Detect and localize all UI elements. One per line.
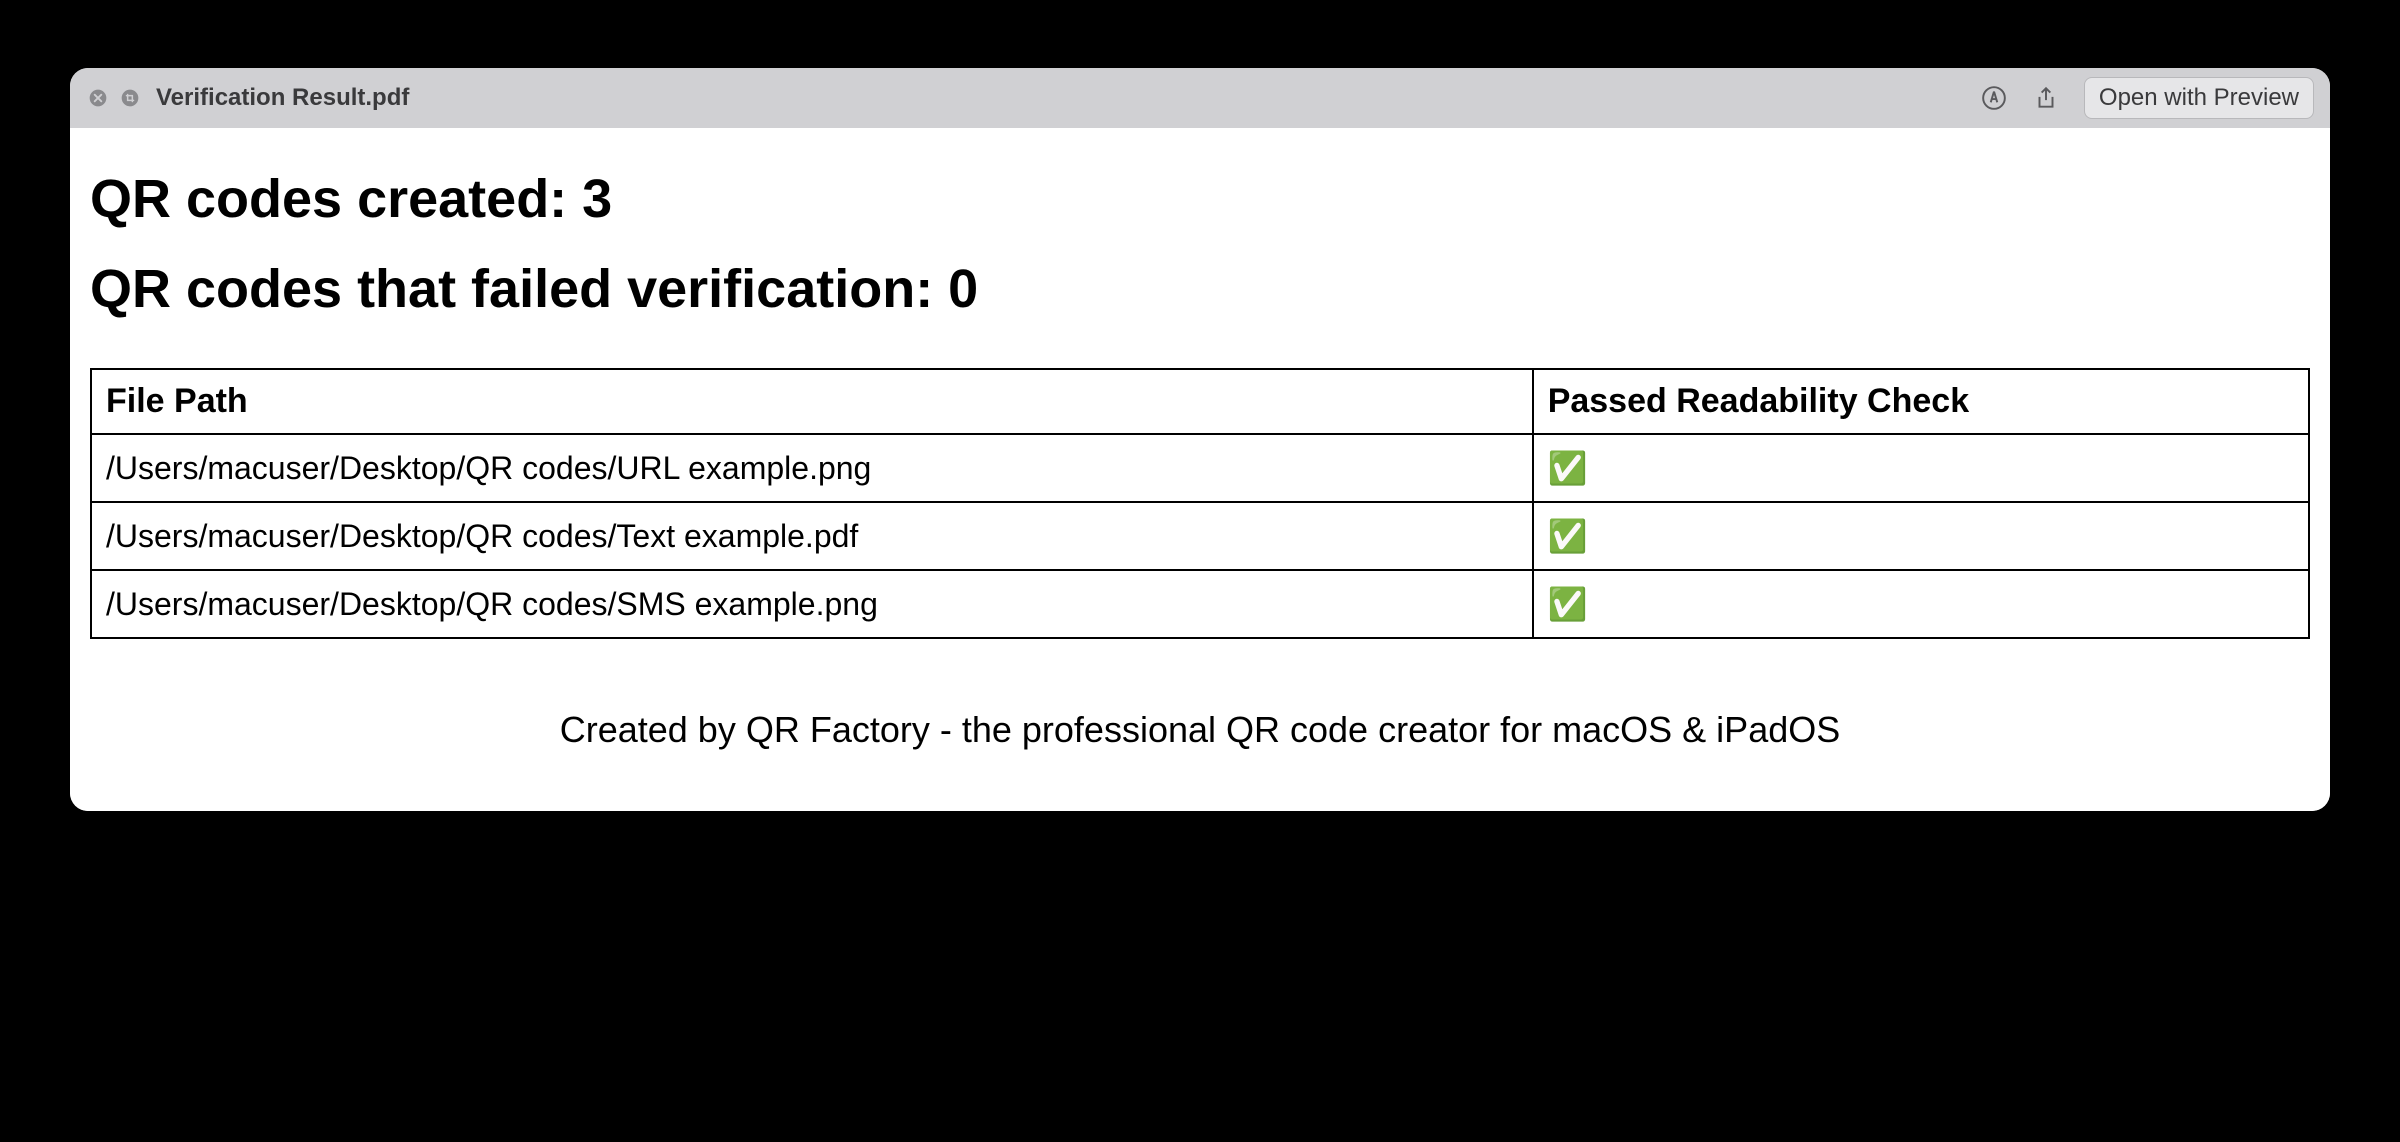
cell-passed: ✅ [1533, 434, 2309, 502]
results-table: File Path Passed Readability Check /User… [90, 368, 2310, 639]
document-content: QR codes created: 3 QR codes that failed… [70, 128, 2330, 811]
header-passed: Passed Readability Check [1533, 369, 2309, 434]
share-icon[interactable] [2032, 84, 2060, 112]
table-row: /Users/macuser/Desktop/QR codes/Text exa… [91, 502, 2309, 570]
open-with-preview-button[interactable]: Open with Preview [2084, 77, 2314, 119]
cell-file-path: /Users/macuser/Desktop/QR codes/SMS exam… [91, 570, 1533, 638]
cell-file-path: /Users/macuser/Desktop/QR codes/Text exa… [91, 502, 1533, 570]
table-header-row: File Path Passed Readability Check [91, 369, 2309, 434]
cell-passed: ✅ [1533, 502, 2309, 570]
cell-file-path: /Users/macuser/Desktop/QR codes/URL exam… [91, 434, 1533, 502]
markup-icon[interactable] [1980, 84, 2008, 112]
window-title: Verification Result.pdf [156, 84, 409, 112]
footer-credit: Created by QR Factory - the professional… [90, 709, 2310, 751]
heading-failed: QR codes that failed verification: 0 [90, 258, 2310, 320]
table-row: /Users/macuser/Desktop/QR codes/URL exam… [91, 434, 2309, 502]
titlebar: Verification Result.pdf Open with Previe… [70, 68, 2330, 128]
close-icon[interactable] [86, 86, 110, 110]
table-row: /Users/macuser/Desktop/QR codes/SMS exam… [91, 570, 2309, 638]
header-file-path: File Path [91, 369, 1533, 434]
titlebar-right-controls: Open with Preview [1980, 77, 2314, 119]
cell-passed: ✅ [1533, 570, 2309, 638]
quicklook-window: Verification Result.pdf Open with Previe… [70, 68, 2330, 811]
heading-created: QR codes created: 3 [90, 168, 2310, 230]
titlebar-left-controls: Verification Result.pdf [86, 84, 409, 112]
fullscreen-icon[interactable] [118, 86, 142, 110]
